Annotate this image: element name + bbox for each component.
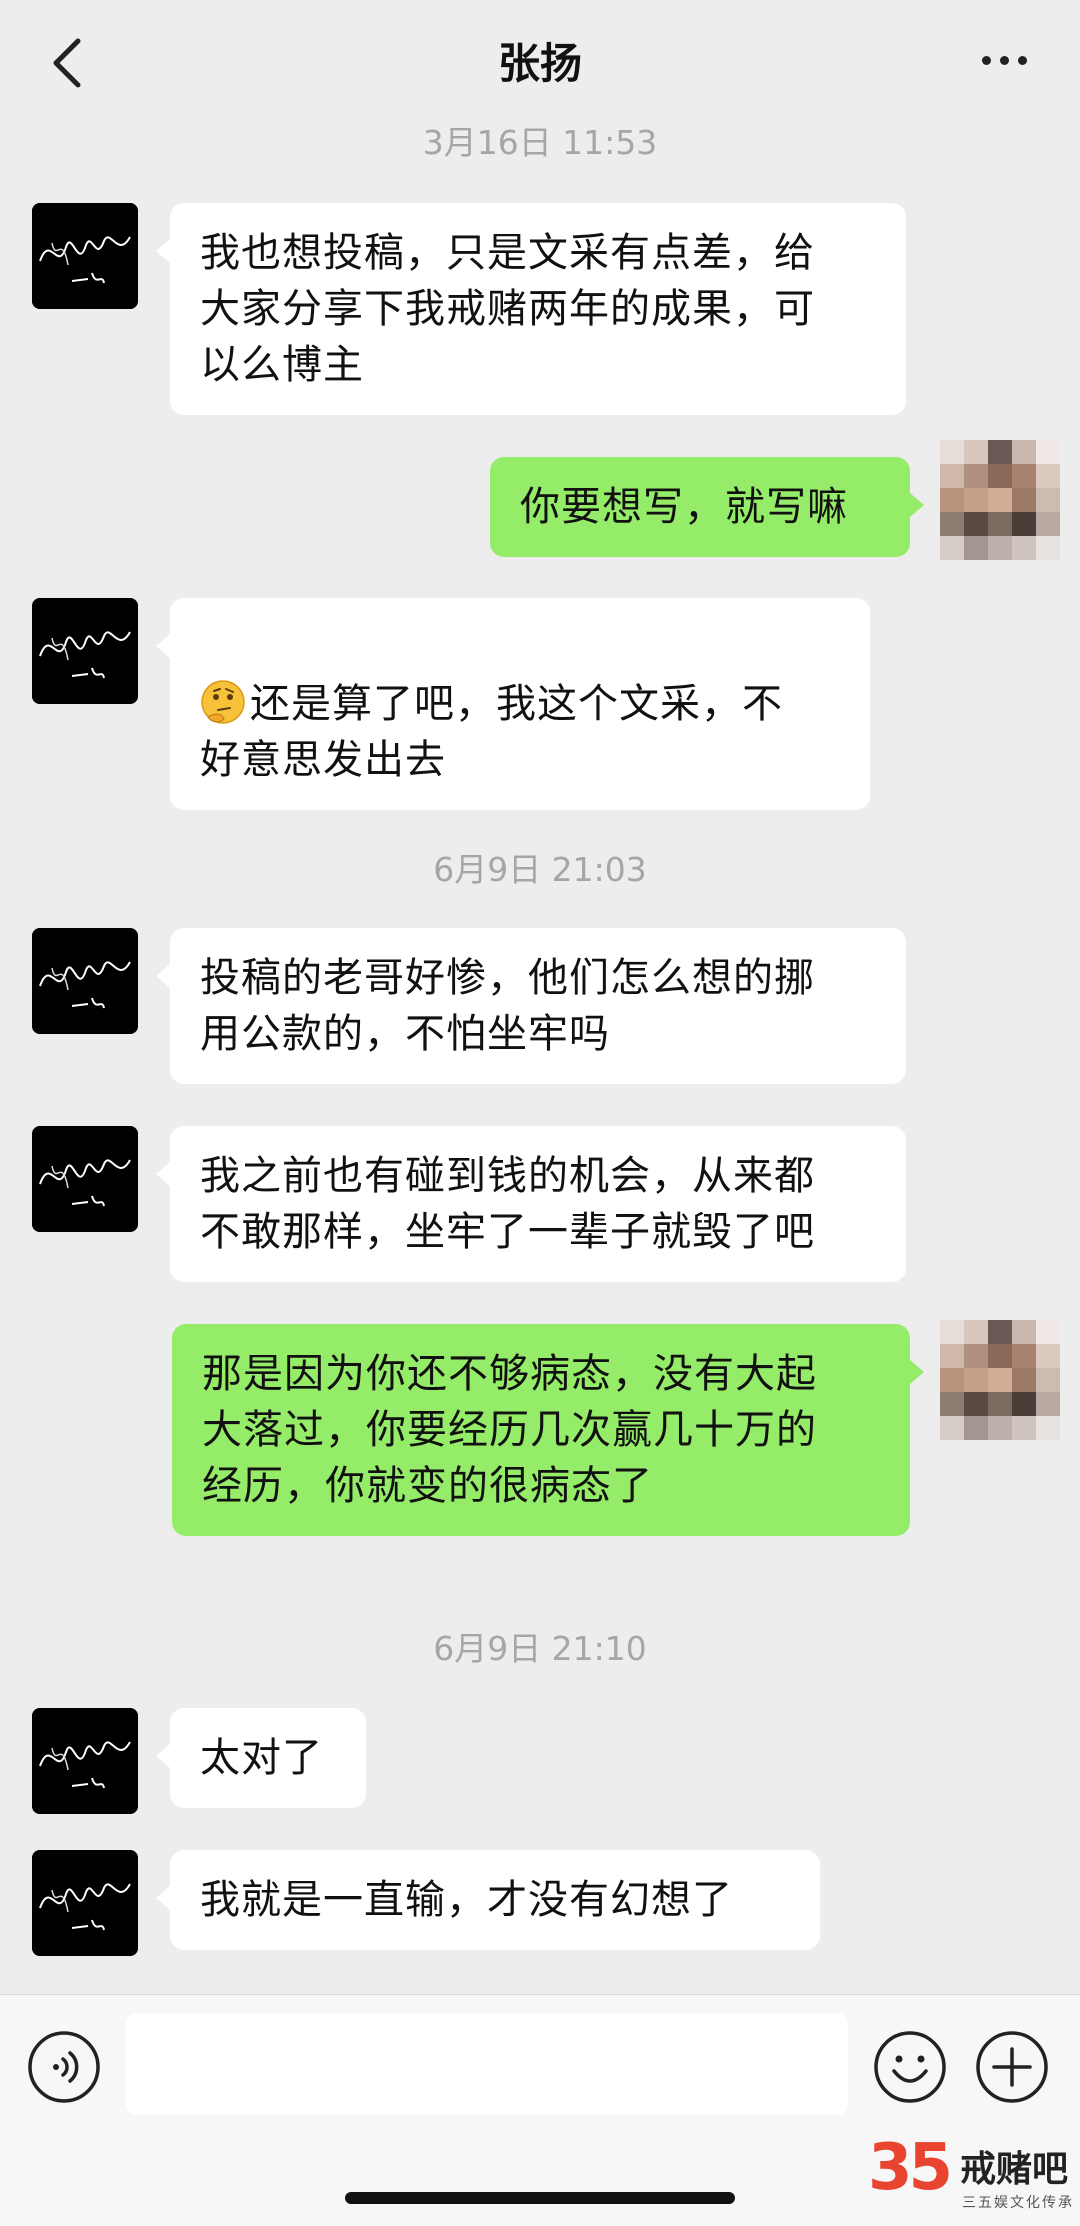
- message-input[interactable]: [126, 2013, 848, 2115]
- watermark-name: 戒赌吧: [960, 2149, 1069, 2190]
- contact-avatar[interactable]: [32, 203, 138, 309]
- signature-avatar-icon: [32, 1126, 138, 1232]
- signature-avatar-icon: [32, 598, 138, 704]
- message-bubble-incoming[interactable]: 投稿的老哥好惨，他们怎么想的挪 用公款的，不怕坐牢吗: [156, 928, 906, 1084]
- message-text: 还是算了吧，我这个文采，不 好意思发出去: [200, 681, 783, 783]
- message-bubble-incoming[interactable]: 我就是一直输，才没有幻想了: [156, 1850, 820, 1950]
- message-bubble-incoming[interactable]: 我也想投稿，只是文采有点差，给 大家分享下我戒赌两年的成果，可 以么博主: [156, 203, 906, 415]
- contact-avatar[interactable]: [32, 928, 138, 1034]
- timestamp: 6月9日 21:03: [433, 850, 647, 889]
- timestamp: 6月9日 21:10: [433, 1629, 647, 1668]
- contact-avatar[interactable]: [32, 1126, 138, 1232]
- chat-header: 张扬: [0, 0, 1080, 125]
- emoji-button[interactable]: [872, 2029, 948, 2105]
- home-indicator[interactable]: [345, 2192, 735, 2204]
- chat-title: 张扬: [497, 39, 582, 88]
- voice-button[interactable]: [26, 2029, 102, 2105]
- contact-avatar[interactable]: [32, 598, 138, 704]
- watermark-number: 35: [868, 2131, 953, 2205]
- message-bubble-outgoing[interactable]: 你要想写，就写嘛: [490, 457, 924, 557]
- emoji-icon: [874, 2031, 946, 2103]
- my-avatar[interactable]: [940, 1320, 1060, 1440]
- voice-icon: [28, 2031, 100, 2103]
- timestamp: 3月16日 11:53: [422, 123, 658, 162]
- signature-avatar-icon: [32, 1850, 138, 1956]
- contact-avatar[interactable]: [32, 1850, 138, 1956]
- plus-button[interactable]: [974, 2029, 1050, 2105]
- watermark-subtitle: 三五娱文化传承: [962, 2195, 1074, 2211]
- signature-avatar-icon: [32, 203, 138, 309]
- my-avatar[interactable]: [940, 440, 1060, 560]
- message-bubble-incoming[interactable]: 我之前也有碰到钱的机会，从来都 不敢那样，坐牢了一辈子就毁了吧: [156, 1126, 906, 1282]
- message-bubble-incoming[interactable]: 太对了: [156, 1708, 366, 1808]
- message-bubble-incoming[interactable]: 还是算了吧，我这个文采，不 好意思发出去: [156, 598, 870, 810]
- contact-avatar[interactable]: [32, 1708, 138, 1814]
- more-dots-icon: [981, 55, 1027, 65]
- signature-avatar-icon: [32, 928, 138, 1034]
- message-bubble-outgoing[interactable]: 那是因为你还不够病态，没有大起 大落过，你要经历几次赢几十万的 经历，你就变的很…: [172, 1324, 924, 1536]
- more-button[interactable]: [964, 30, 1044, 90]
- plus-icon: [976, 2031, 1048, 2103]
- pixelated-avatar-icon: [940, 1320, 1060, 1440]
- thinking-face-icon: [201, 680, 245, 724]
- signature-avatar-icon: [32, 1708, 138, 1814]
- pixelated-avatar-icon: [940, 440, 1060, 560]
- watermark-logo: 35 戒赌吧 三五娱文化传承: [868, 2128, 1074, 2222]
